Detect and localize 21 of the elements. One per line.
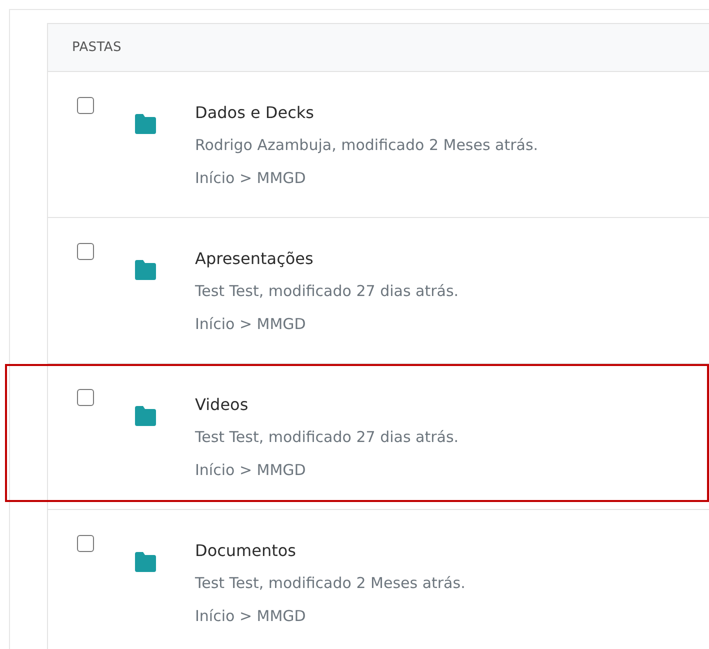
folder-icon xyxy=(134,406,157,426)
checkbox[interactable] xyxy=(77,243,94,260)
folder-icon xyxy=(134,260,157,280)
folder-meta: Test Test, modificado 27 dias atrás. xyxy=(195,427,459,448)
checkbox[interactable] xyxy=(77,535,94,552)
checkbox[interactable] xyxy=(77,97,94,114)
folder-icon xyxy=(134,114,157,134)
folder-path: Início > MMGD xyxy=(195,314,307,335)
folder-name[interactable]: Apresentações xyxy=(195,242,459,275)
folder-icon xyxy=(134,552,157,572)
folder-path: Início > MMGD xyxy=(195,460,307,481)
folder-meta: Test Test, modificado 27 dias atrás. xyxy=(195,281,459,302)
checkbox[interactable] xyxy=(77,389,94,406)
folder-name[interactable]: Videos xyxy=(195,388,459,421)
folder-meta: Rodrigo Azambuja, modificado 2 Meses atrás. xyxy=(195,135,538,156)
header-title: PASTAS xyxy=(72,40,122,55)
folder-name[interactable]: Dados e Decks xyxy=(195,96,538,129)
folder-meta: Test Test, modificado 2 Meses atrás. xyxy=(195,573,466,594)
folder-name[interactable]: Documentos xyxy=(195,534,466,567)
folder-path: Início > MMGD xyxy=(195,168,307,189)
folder-path: Início > MMGD xyxy=(195,606,307,627)
